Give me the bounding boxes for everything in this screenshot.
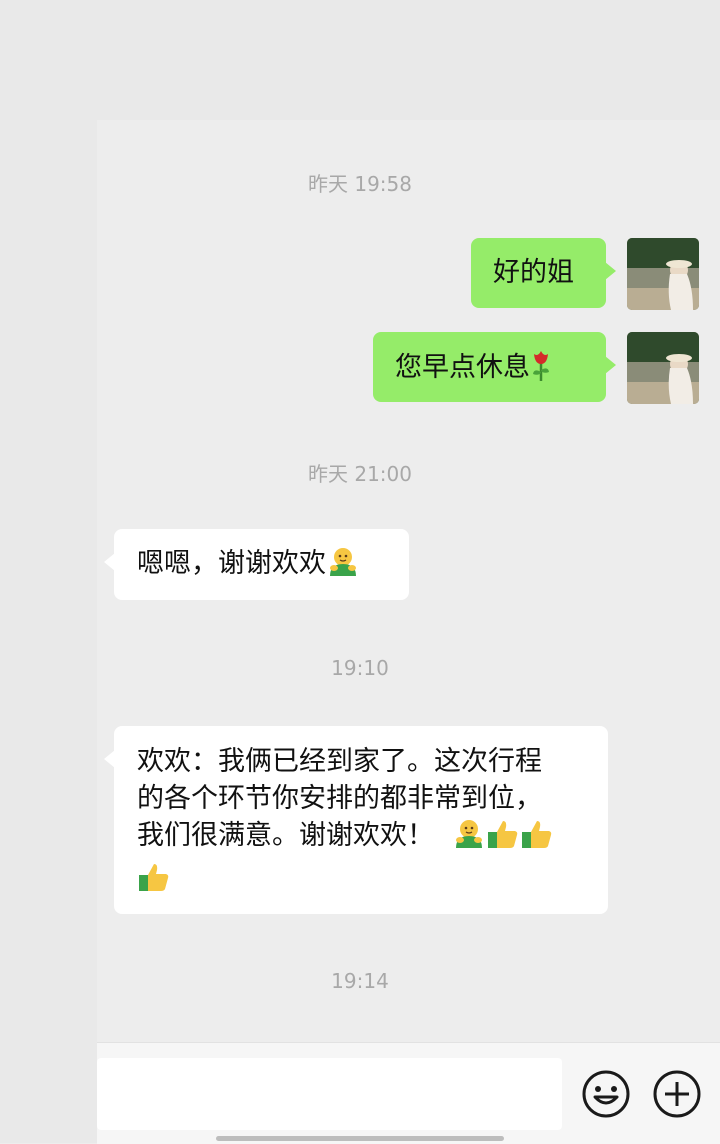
message-bubble-self[interactable]: 好的姐 [471, 238, 616, 308]
emoji-icon[interactable] [580, 1068, 632, 1120]
message-text: 您早点休息 [395, 352, 530, 383]
rose-icon [530, 348, 552, 392]
message-input[interactable] [97, 1058, 562, 1130]
timestamp: 19:14 [331, 969, 389, 993]
home-indicator[interactable] [216, 1136, 504, 1141]
message-text: 嗯嗯，谢谢欢欢 [137, 548, 326, 579]
timestamp: 昨天 19:58 [308, 172, 412, 196]
thumbs-up-icon [520, 818, 554, 860]
thumbs-up-icon [486, 818, 520, 860]
message-text: 好的姐 [493, 257, 574, 288]
message-bubble-self[interactable]: 您早点休息 [373, 332, 616, 402]
plus-icon[interactable] [651, 1068, 703, 1120]
hug-icon [326, 546, 360, 588]
timestamp: 昨天 21:00 [308, 462, 412, 486]
avatar[interactable] [627, 332, 699, 404]
hug-icon [452, 818, 486, 860]
message-bubble-other[interactable]: 嗯嗯，谢谢欢欢 [104, 529, 409, 600]
message-line: 我们很满意。谢谢欢欢！ [137, 820, 434, 851]
message-line: 欢欢：我俩已经到家了。这次行程 [137, 746, 542, 777]
status-area [0, 0, 720, 120]
message-line: 的各个环节你安排的都非常到位， [137, 783, 542, 814]
message-bubble-other[interactable]: 欢欢：我俩已经到家了。这次行程 的各个环节你安排的都非常到位， 我们很满意。谢谢… [104, 726, 608, 914]
thumbs-up-icon [137, 861, 171, 903]
timestamp: 19:10 [331, 656, 389, 680]
input-bar [97, 1042, 720, 1144]
avatar[interactable] [627, 238, 699, 310]
